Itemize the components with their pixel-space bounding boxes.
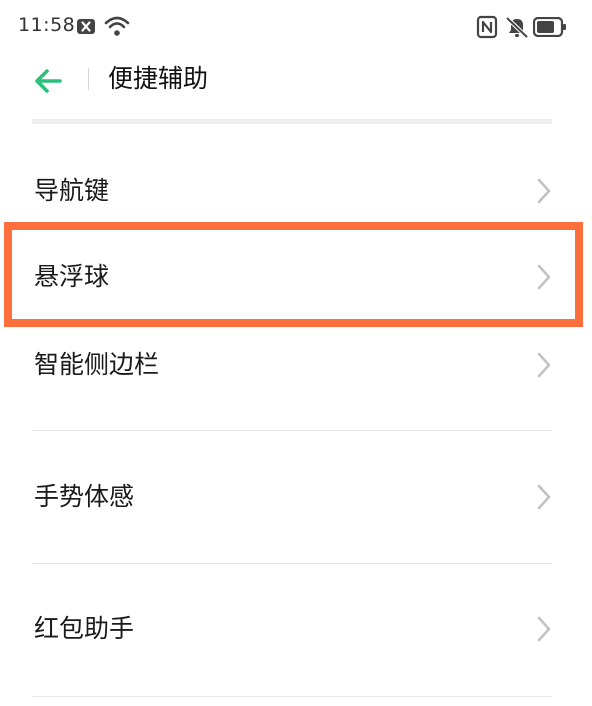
mute-vibrate-icon bbox=[505, 16, 529, 39]
menu-item-red-packet-assistant[interactable]: 红包助手 bbox=[0, 590, 592, 670]
menu-item-label: 手势体感 bbox=[34, 482, 135, 511]
status-bar: 11:58 bbox=[0, 0, 592, 56]
section-divider bbox=[32, 563, 552, 564]
menu-item-navigation-keys[interactable]: 导航键 bbox=[0, 150, 592, 230]
wifi-icon bbox=[104, 16, 130, 36]
status-time: 11:58 bbox=[18, 14, 76, 36]
back-button[interactable] bbox=[30, 62, 68, 100]
menu-item-smart-sidebar[interactable]: 智能侧边栏 bbox=[0, 324, 592, 404]
chevron-right-icon bbox=[537, 484, 551, 510]
menu-item-gesture-motion[interactable]: 手势体感 bbox=[0, 458, 592, 538]
section-divider bbox=[32, 696, 552, 697]
chevron-right-icon bbox=[537, 352, 551, 378]
menu-item-label: 导航键 bbox=[34, 176, 110, 205]
nfc-icon bbox=[476, 15, 498, 39]
arrow-left-icon bbox=[35, 69, 62, 93]
page-title: 便捷辅助 bbox=[108, 64, 209, 93]
chevron-right-icon bbox=[537, 178, 551, 204]
menu-item-label: 智能侧边栏 bbox=[34, 350, 160, 379]
section-divider bbox=[32, 430, 552, 431]
menu-item-label: 悬浮球 bbox=[34, 262, 110, 291]
header-bottom-bar bbox=[32, 119, 552, 124]
header-divider bbox=[88, 68, 89, 90]
menu-item-floating-ball[interactable]: 悬浮球 bbox=[0, 236, 592, 316]
battery-icon bbox=[533, 17, 566, 37]
chevron-right-icon bbox=[537, 264, 551, 290]
close-badge-icon bbox=[77, 19, 95, 34]
header: 便捷辅助 bbox=[0, 56, 592, 106]
chevron-right-icon bbox=[537, 616, 551, 642]
menu-item-label: 红包助手 bbox=[34, 614, 135, 643]
